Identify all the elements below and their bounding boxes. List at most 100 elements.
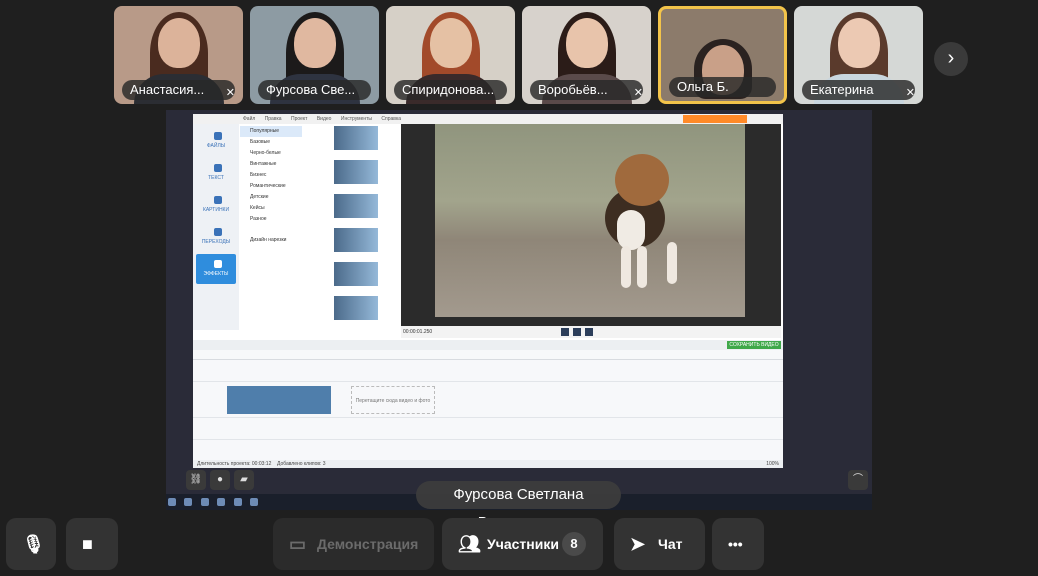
participant-name-label: Спиридонова... — [394, 80, 507, 100]
editor-sidebar: ФАЙЛЫ ТЕКСТ КАРТИНКИ ПЕРЕХОДЫ ЭФФЕКТЫ — [193, 124, 239, 330]
category-item[interactable]: Разное — [240, 214, 302, 225]
folder-icon[interactable] — [233, 498, 242, 506]
screen-share-icon: ▭ — [289, 534, 307, 554]
text-track[interactable] — [193, 360, 783, 382]
category-item[interactable]: Дизайн нарезки — [240, 235, 302, 246]
participant-tile-3[interactable]: Спиридонова... — [386, 6, 515, 104]
video-track[interactable]: Перетащите сюда видео и фото — [193, 382, 783, 418]
drop-zone[interactable]: Перетащите сюда видео и фото — [351, 386, 435, 414]
menu-item[interactable]: Справка — [381, 116, 401, 122]
audio-track[interactable] — [193, 418, 783, 440]
tab-effects[interactable]: ЭФФЕКТЫ — [196, 254, 236, 284]
menu-item[interactable]: Файл — [243, 116, 255, 122]
category-item[interactable]: Романтические — [240, 181, 302, 192]
hang-up-icon[interactable]: ⌒ — [848, 470, 868, 490]
participant-tile-1[interactable]: Анастасия... ✕ — [114, 6, 243, 104]
text-icon — [214, 164, 222, 172]
more-options-button[interactable]: ••• — [712, 518, 764, 570]
edge-icon[interactable] — [200, 498, 209, 506]
timeline-toolbar: СОХРАНИТЬ ВИДЕО — [193, 340, 783, 350]
editor-titlebar: Файл Правка Проект Видео Инструменты Спр… — [193, 114, 783, 124]
next-participants-button[interactable]: › — [934, 42, 968, 76]
menu-item[interactable]: Проект — [291, 116, 307, 122]
category-item[interactable]: Базовые — [240, 137, 302, 148]
editor-menu: Файл Правка Проект Видео Инструменты Спр… — [243, 116, 409, 122]
timecode: 00:00:01.250 — [403, 329, 433, 335]
category-item[interactable]: Черно-белые — [240, 148, 302, 159]
participant-tile-4[interactable]: Воробьёв... ✕ — [522, 6, 651, 104]
chat-button[interactable]: ➤ Чат — [614, 518, 705, 570]
camera-icon[interactable]: ▰ — [234, 470, 254, 490]
participant-name-label: Фурсова Све... — [258, 80, 371, 100]
play-button[interactable] — [573, 328, 581, 336]
participant-tile-5[interactable]: Ольга Б. — [658, 6, 787, 104]
effects-category-list: Популярные Базовые Черно-белые Винтажные… — [240, 126, 302, 336]
people-icon: 👥︎ — [458, 534, 481, 554]
tab-images[interactable]: КАРТИНКИ — [196, 190, 236, 220]
next-frame-button[interactable] — [585, 328, 593, 336]
app-icon[interactable] — [250, 498, 259, 506]
mic-off-icon: ✕ — [905, 87, 915, 99]
participants-count-badge: 8 — [562, 532, 586, 556]
prev-frame-button[interactable] — [561, 328, 569, 336]
effect-thumbnail[interactable] — [334, 262, 378, 286]
send-icon: ➤ — [630, 534, 646, 554]
promo-banner[interactable] — [683, 115, 747, 123]
folder-icon — [214, 132, 222, 140]
link-icon[interactable]: ⛓ — [186, 470, 206, 490]
video-clip[interactable] — [227, 386, 331, 414]
project-duration: Длительность проекта: 00:03:12 — [197, 461, 272, 467]
participant-tile-2[interactable]: Фурсова Све... — [250, 6, 379, 104]
category-item[interactable]: Популярные — [240, 126, 302, 137]
timeline-ruler — [193, 350, 783, 360]
microphone-off-icon: 🎙︎ — [22, 534, 45, 554]
mic-off-icon: ✕ — [633, 87, 643, 99]
mute-microphone-button[interactable]: 🎙︎ — [6, 518, 56, 570]
category-item[interactable]: Бизнес — [240, 170, 302, 181]
participant-tile-6[interactable]: Екатерина ✕ — [794, 6, 923, 104]
mic-off-icon: ✕ — [225, 87, 235, 99]
preview-frame — [435, 124, 745, 317]
playback-bar: 00:00:01.250 — [401, 326, 781, 338]
category-item[interactable]: Детские — [240, 192, 302, 203]
search-icon[interactable] — [184, 498, 193, 506]
browser-icon[interactable] — [217, 498, 226, 506]
effect-thumbnail[interactable] — [334, 296, 378, 320]
more-dots-icon: ••• — [728, 536, 743, 552]
camera-toggle-button[interactable]: ■ — [66, 518, 118, 570]
video-camera-icon: ■ — [82, 534, 93, 554]
effect-thumbnail[interactable] — [334, 126, 378, 150]
start-icon[interactable] — [168, 498, 176, 506]
chevron-right-icon: › — [947, 47, 955, 69]
category-item[interactable]: Винтажные — [240, 159, 302, 170]
menu-item[interactable]: Инструменты — [341, 116, 372, 122]
participant-name-label: Воробьёв... — [530, 80, 643, 100]
menu-item[interactable]: Правка — [265, 116, 282, 122]
video-editor-window: Файл Правка Проект Видео Инструменты Спр… — [193, 114, 783, 468]
category-item[interactable]: Кейсы — [240, 203, 302, 214]
transition-icon — [214, 228, 222, 236]
tab-files[interactable]: ФАЙЛЫ — [196, 126, 236, 156]
microphone-icon[interactable]: ● — [210, 470, 230, 490]
screen-share-button[interactable]: ▭ Демонстрация — [273, 518, 434, 570]
magic-wand-icon — [214, 260, 222, 268]
editor-status-bar: Длительность проекта: 00:03:12 Добавлено… — [193, 460, 783, 468]
tab-text[interactable]: ТЕКСТ — [196, 158, 236, 188]
participant-name-label: Екатерина — [802, 80, 915, 100]
video-conference: Анастасия... ✕ Фурсова Све... Спиридонов… — [0, 0, 1038, 576]
shared-screen: Файл Правка Проект Видео Инструменты Спр… — [166, 110, 872, 510]
effect-thumbnails — [321, 126, 391, 322]
music-track[interactable] — [193, 440, 783, 462]
menu-item[interactable]: Видео — [317, 116, 332, 122]
participant-name-label: Анастасия... — [122, 80, 235, 100]
participants-button[interactable]: 👥︎ Участники 8 — [442, 518, 603, 570]
save-video-button[interactable]: СОХРАНИТЬ ВИДЕО — [727, 341, 781, 349]
effect-thumbnail[interactable] — [334, 228, 378, 252]
effect-thumbnail[interactable] — [334, 194, 378, 218]
timeline: СОХРАНИТЬ ВИДЕО Перетащите сюда видео и … — [193, 340, 783, 468]
effect-thumbnail[interactable] — [334, 160, 378, 184]
video-preview — [401, 124, 781, 328]
zoom-level: 100% — [766, 461, 779, 467]
active-speaker-label: Фурсова Светлана Викторовна — [416, 481, 621, 531]
tab-transitions[interactable]: ПЕРЕХОДЫ — [196, 222, 236, 252]
